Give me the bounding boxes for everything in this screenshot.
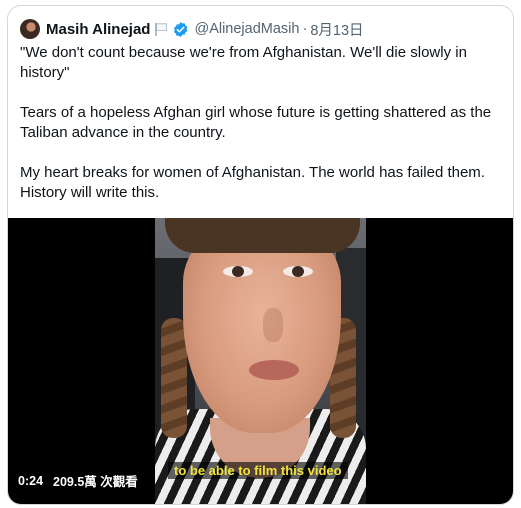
tweet-card[interactable]: Masih Alinejad @AlinejadMasih · 8月13日 "W… [7,5,514,505]
display-name[interactable]: Masih Alinejad [46,21,150,38]
white-flag-icon [154,22,169,37]
avatar[interactable] [20,19,40,39]
video-stats-overlay: 0:24 209.5萬 次觀看 [18,471,138,490]
tweet-paragraph-description: Tears of a hopeless Afghan girl whose fu… [20,104,492,141]
tweet-header: Masih Alinejad @AlinejadMasih · 8月13日 [20,18,364,40]
tweet-paragraph-comment: My heart breaks for women of Afghanistan… [20,164,485,201]
tweet-date[interactable]: 8月13日 [310,19,363,40]
video-subtitle: to be able to film this video [168,462,348,479]
tweet-text: "We don't count because we're from Afgha… [20,43,505,223]
video-player[interactable]: to be able to film this video 0:24 209.5… [8,218,513,504]
video-time: 0:24 [18,473,44,488]
tweet-paragraph-quote: "We don't count because we're from Afgha… [20,44,467,81]
video-views: 209.5萬 次觀看 [53,475,138,489]
separator-dot: · [302,21,308,37]
verified-badge-icon [172,21,189,38]
user-handle[interactable]: @AlinejadMasih [194,21,299,37]
